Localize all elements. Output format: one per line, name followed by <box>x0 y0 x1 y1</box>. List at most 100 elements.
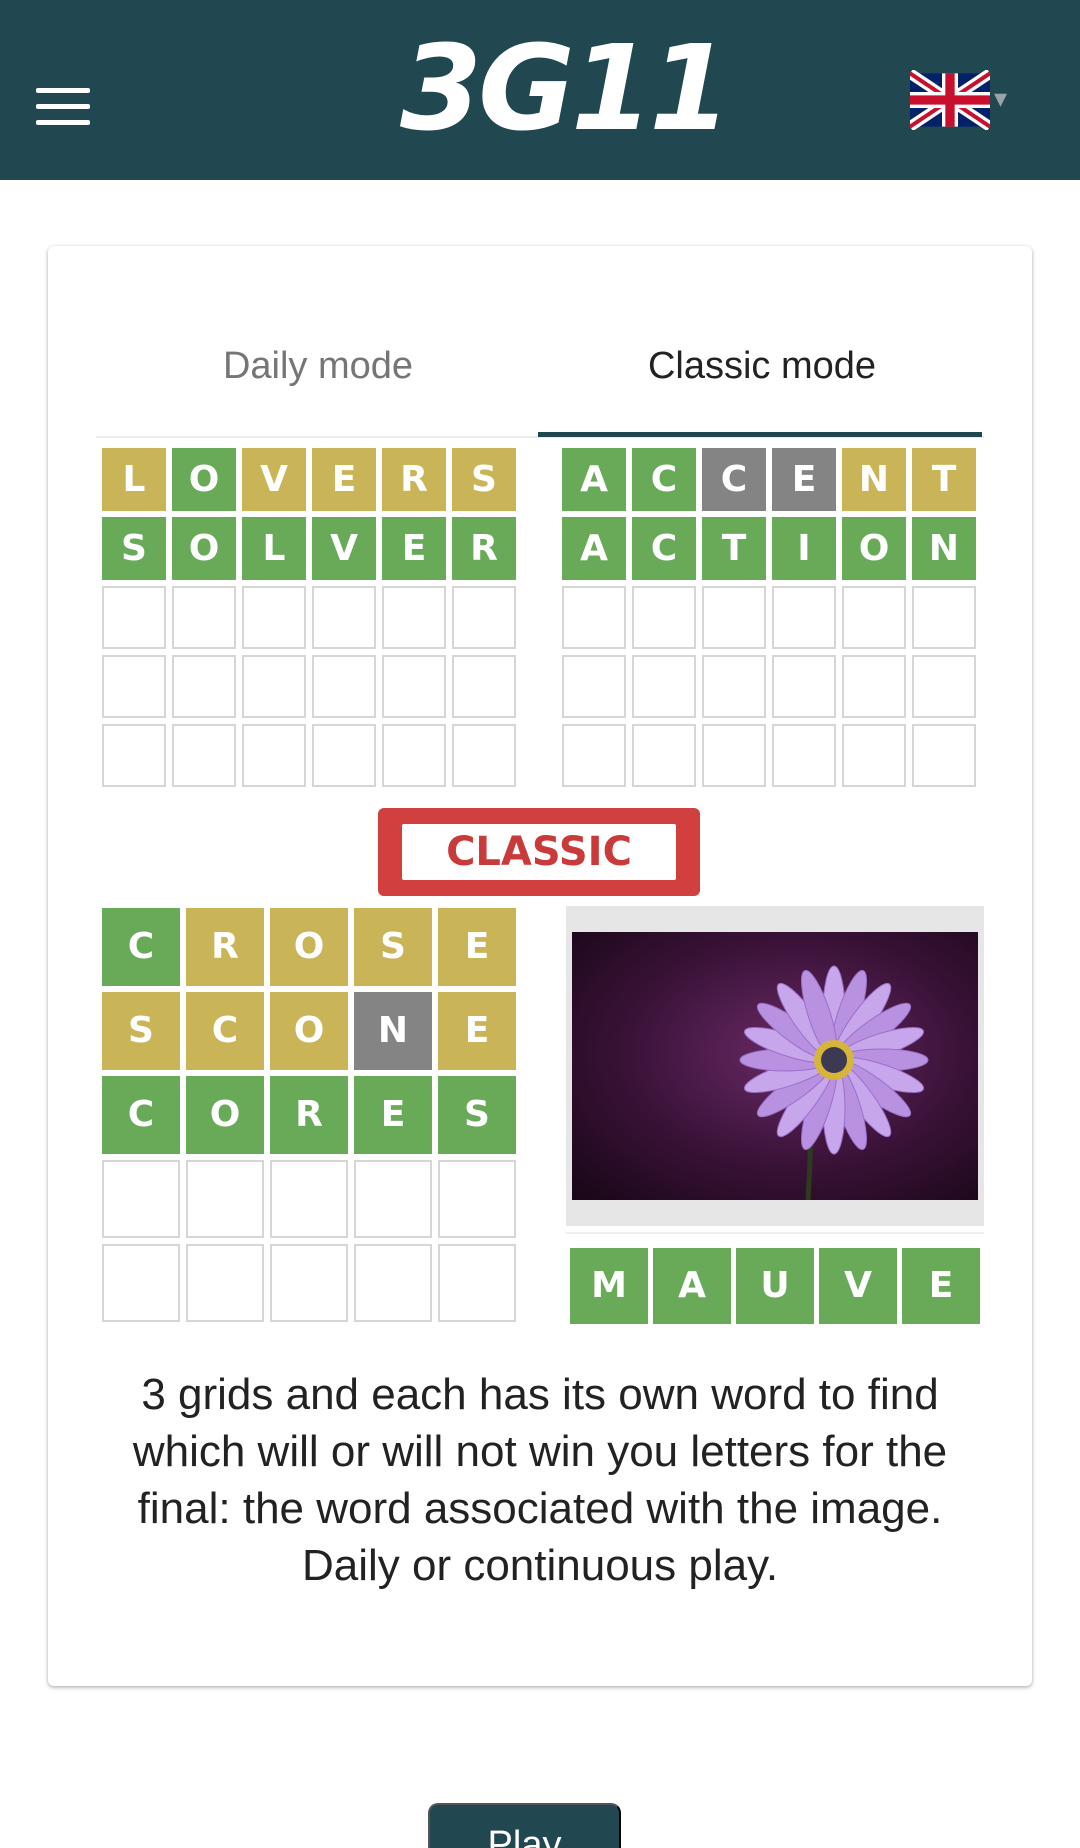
empty-tile <box>382 724 446 787</box>
letter-tile: E <box>354 1076 432 1154</box>
letter-tile: U <box>736 1248 814 1324</box>
letter-tile: O <box>172 448 236 511</box>
empty-tile <box>702 586 766 649</box>
app-logo: 3G11 <box>400 19 731 157</box>
letter-tile: O <box>270 908 348 986</box>
empty-tile <box>102 1244 180 1322</box>
empty-tile <box>102 724 166 787</box>
empty-tile <box>102 1160 180 1238</box>
letter-tile: L <box>242 517 306 580</box>
letter-tile: C <box>186 992 264 1070</box>
letter-tile: T <box>702 517 766 580</box>
empty-tile <box>452 586 516 649</box>
letter-tile: M <box>570 1248 648 1324</box>
empty-tile <box>102 586 166 649</box>
empty-tile <box>354 1160 432 1238</box>
empty-tile <box>242 655 306 718</box>
letter-tile: V <box>819 1248 897 1324</box>
empty-tile <box>912 586 976 649</box>
letter-tile: A <box>562 448 626 511</box>
empty-tile <box>438 1244 516 1322</box>
classic-stamp: CLASSIC <box>378 808 700 896</box>
letter-tile: S <box>438 1076 516 1154</box>
letter-tile: E <box>312 448 376 511</box>
letter-tile: R <box>452 517 516 580</box>
mode-tabs: Daily mode Classic mode <box>96 326 984 406</box>
empty-tile <box>172 655 236 718</box>
empty-tile <box>312 724 376 787</box>
word-grid-bottom-left: CROSESCONECORES <box>102 908 516 1322</box>
top-app-bar: 3G11 ▾ <box>0 0 1080 180</box>
play-button[interactable]: Play <box>428 1803 621 1848</box>
letter-tile: E <box>902 1248 980 1324</box>
letter-tile: L <box>102 448 166 511</box>
letter-tile: A <box>653 1248 731 1324</box>
empty-tile <box>632 724 696 787</box>
letter-tile: N <box>912 517 976 580</box>
empty-tile <box>632 586 696 649</box>
empty-tile <box>354 1244 432 1322</box>
language-selector[interactable]: ▾ <box>910 70 1016 134</box>
mode-card: Daily mode Classic mode LOVERSSOLVER ACC… <box>48 246 1032 1686</box>
flower-image <box>572 932 978 1200</box>
word-grid-top-left: LOVERSSOLVER <box>102 448 516 787</box>
empty-tile <box>632 655 696 718</box>
letter-tile: S <box>102 517 166 580</box>
empty-tile <box>102 655 166 718</box>
empty-tile <box>312 586 376 649</box>
tab-classic-mode[interactable]: Classic mode <box>540 326 984 406</box>
empty-tile <box>562 724 626 787</box>
letter-tile: C <box>702 448 766 511</box>
empty-tile <box>172 724 236 787</box>
tab-active-indicator <box>538 432 982 437</box>
empty-tile <box>452 724 516 787</box>
letter-tile: N <box>354 992 432 1070</box>
letter-tile: E <box>438 908 516 986</box>
letter-tile: C <box>632 517 696 580</box>
letter-tile: S <box>102 992 180 1070</box>
letter-tile: V <box>242 448 306 511</box>
letter-tile: C <box>632 448 696 511</box>
empty-tile <box>186 1160 264 1238</box>
empty-tile <box>772 655 836 718</box>
empty-tile <box>270 1160 348 1238</box>
letter-tile: T <box>912 448 976 511</box>
empty-tile <box>772 724 836 787</box>
empty-tile <box>312 655 376 718</box>
empty-tile <box>452 655 516 718</box>
tab-daily-mode[interactable]: Daily mode <box>96 326 540 406</box>
letter-tile: I <box>772 517 836 580</box>
letter-tile: E <box>438 992 516 1070</box>
letter-tile: N <box>842 448 906 511</box>
empty-tile <box>562 586 626 649</box>
letter-tile: S <box>452 448 516 511</box>
letter-tile: S <box>354 908 432 986</box>
empty-tile <box>242 586 306 649</box>
empty-tile <box>172 586 236 649</box>
empty-tile <box>382 586 446 649</box>
uk-flag-icon <box>910 70 990 130</box>
letter-tile: C <box>102 1076 180 1154</box>
letter-tile: R <box>270 1076 348 1154</box>
empty-tile <box>702 655 766 718</box>
empty-tile <box>382 655 446 718</box>
image-divider <box>566 1232 984 1234</box>
letter-tile: O <box>842 517 906 580</box>
empty-tile <box>912 724 976 787</box>
empty-tile <box>912 655 976 718</box>
letter-tile: E <box>772 448 836 511</box>
empty-tile <box>186 1244 264 1322</box>
letter-tile: C <box>102 908 180 986</box>
mode-description: 3 grids and each has its own word to fin… <box>132 1370 948 1590</box>
word-grid-top-right: ACCENTACTION <box>562 448 976 787</box>
hamburger-menu-icon[interactable] <box>36 88 90 126</box>
empty-tile <box>702 724 766 787</box>
empty-tile <box>842 655 906 718</box>
letter-tile: O <box>186 1076 264 1154</box>
empty-tile <box>242 724 306 787</box>
letter-tile: V <box>312 517 376 580</box>
empty-tile <box>438 1160 516 1238</box>
letter-tile: E <box>382 517 446 580</box>
letter-tile: O <box>270 992 348 1070</box>
letter-tile: O <box>172 517 236 580</box>
